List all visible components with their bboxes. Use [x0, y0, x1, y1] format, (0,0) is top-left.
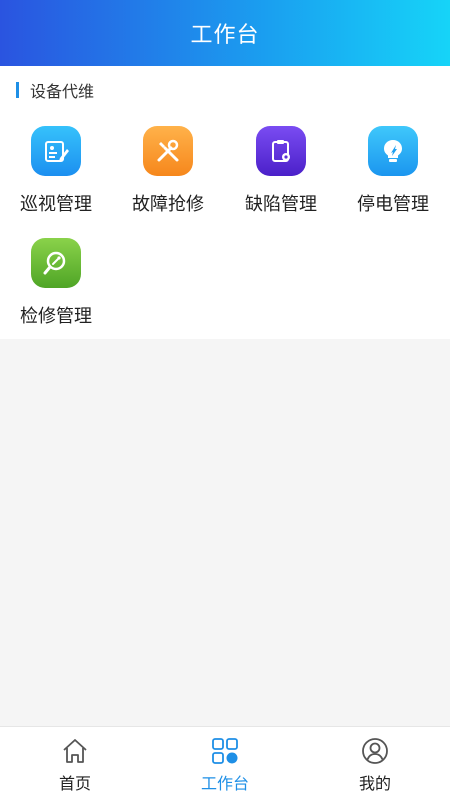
- grid-item-repair[interactable]: 故障抢修: [112, 126, 224, 226]
- bottom-tab-bar: 首页 工作台 我的: [0, 726, 450, 800]
- inspection-icon: [31, 126, 81, 176]
- user-profile-icon: [362, 738, 388, 764]
- tab-workbench[interactable]: 工作台: [150, 727, 300, 800]
- tab-label: 首页: [58, 774, 91, 793]
- grid-item-label: 缺陷管理: [245, 194, 317, 215]
- app-header: 工作台: [0, 0, 450, 66]
- defect-clipboard-icon: [256, 126, 306, 176]
- grid-item-power-outage[interactable]: 停电管理: [337, 126, 449, 226]
- section-title: 设备代维: [30, 82, 95, 101]
- repair-tools-icon: [143, 126, 193, 176]
- tab-label: 工作台: [200, 774, 249, 793]
- tab-profile[interactable]: 我的: [300, 727, 450, 800]
- power-bulb-icon: [368, 126, 418, 176]
- tab-home[interactable]: 首页: [0, 727, 150, 800]
- grid-item-label: 停电管理: [357, 194, 429, 215]
- page-title: 工作台: [190, 23, 260, 48]
- grid-item-label: 故障抢修: [132, 194, 204, 215]
- home-icon: [63, 739, 87, 763]
- section-accent-bar: [16, 82, 19, 98]
- maintenance-search-icon: [31, 238, 81, 288]
- tab-label: 我的: [358, 774, 391, 793]
- grid-item-label: 检修管理: [20, 306, 92, 327]
- section-header: 设备代维: [16, 80, 95, 101]
- device-maintenance-section: 设备代维 巡视管理 故障抢修 缺陷管理 停电管理 检修管理: [0, 66, 450, 339]
- grid-item-label: 巡视管理: [20, 194, 92, 215]
- grid-item-maintenance[interactable]: 检修管理: [0, 238, 112, 338]
- grid-item-defect[interactable]: 缺陷管理: [225, 126, 337, 226]
- grid-item-inspection[interactable]: 巡视管理: [0, 126, 112, 226]
- workbench-grid-icon: [212, 738, 238, 764]
